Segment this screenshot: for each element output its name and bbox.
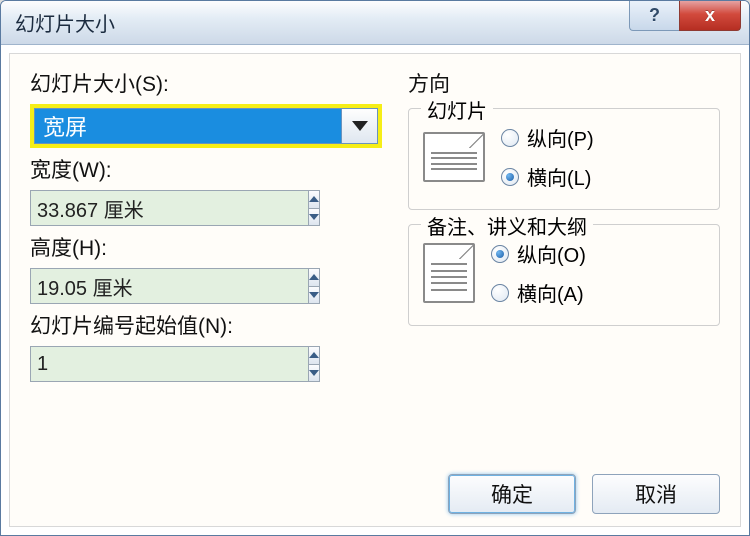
start-increment-button[interactable] <box>309 347 319 364</box>
radio-icon <box>501 129 519 147</box>
dialog-window: 幻灯片大小 ? x 幻灯片大小(S): 宽屏 宽度(W): <box>0 0 750 536</box>
start-number-label: 幻灯片编号起始值(N): <box>30 310 382 340</box>
client-area: 幻灯片大小(S): 宽屏 宽度(W): <box>9 53 741 527</box>
ok-label: 确定 <box>491 479 533 509</box>
radio-icon <box>491 245 509 263</box>
height-spinner-buttons <box>309 268 320 304</box>
chevron-down-icon <box>309 214 319 220</box>
width-label: 宽度(W): <box>30 154 382 184</box>
height-label: 高度(H): <box>30 232 382 262</box>
start-number-input[interactable] <box>30 346 309 382</box>
chevron-up-icon <box>309 352 319 358</box>
chevron-down-icon <box>309 292 319 298</box>
dialog-buttons: 确定 取消 <box>408 468 720 514</box>
chevron-down-icon <box>352 121 368 131</box>
slides-orientation-group: 幻灯片 纵向(P) 横向(L) <box>408 108 720 210</box>
start-number-spinner <box>30 346 120 382</box>
width-increment-button[interactable] <box>309 191 319 208</box>
start-decrement-button[interactable] <box>309 364 319 382</box>
notes-legend: 备注、讲义和大纲 <box>421 211 593 240</box>
height-increment-button[interactable] <box>309 269 319 286</box>
left-column: 幻灯片大小(S): 宽屏 宽度(W): <box>30 68 382 514</box>
radio-icon <box>491 284 509 302</box>
chevron-up-icon <box>309 196 319 202</box>
radio-icon <box>501 168 519 186</box>
window-title: 幻灯片大小 <box>15 8 115 37</box>
help-button[interactable]: ? <box>629 1 679 31</box>
width-input[interactable] <box>30 190 309 226</box>
slides-landscape-label: 横向(L) <box>527 162 591 191</box>
height-spinner <box>30 268 230 304</box>
slide-size-label: 幻灯片大小(S): <box>30 68 382 98</box>
titlebar[interactable]: 幻灯片大小 ? x <box>1 1 749 45</box>
slide-size-combobox[interactable]: 宽屏 <box>34 108 342 144</box>
cancel-button[interactable]: 取消 <box>592 474 720 514</box>
notes-portrait-radio[interactable]: 纵向(O) <box>491 239 586 268</box>
cancel-label: 取消 <box>635 479 677 509</box>
slides-landscape-radio[interactable]: 横向(L) <box>501 162 594 191</box>
page-landscape-icon <box>423 132 485 182</box>
slide-size-combobox-highlight: 宽屏 <box>30 104 382 148</box>
notes-orientation-group: 备注、讲义和大纲 纵向(O) 横向(A) <box>408 224 720 326</box>
width-spinner <box>30 190 230 226</box>
notes-landscape-label: 横向(A) <box>517 278 584 307</box>
notes-landscape-radio[interactable]: 横向(A) <box>491 278 586 307</box>
orientation-title: 方向 <box>408 68 720 98</box>
slides-portrait-radio[interactable]: 纵向(P) <box>501 123 594 152</box>
chevron-down-icon <box>309 370 319 376</box>
chevron-up-icon <box>309 274 319 280</box>
width-spinner-buttons <box>309 190 320 226</box>
start-number-spinner-buttons <box>309 346 320 382</box>
height-input[interactable] <box>30 268 309 304</box>
height-decrement-button[interactable] <box>309 286 319 304</box>
page-portrait-icon <box>423 243 475 303</box>
width-decrement-button[interactable] <box>309 208 319 226</box>
slides-legend: 幻灯片 <box>421 95 493 124</box>
close-button[interactable]: x <box>679 1 741 31</box>
notes-portrait-label: 纵向(O) <box>517 239 586 268</box>
slides-portrait-label: 纵向(P) <box>527 123 594 152</box>
help-icon: ? <box>649 5 660 26</box>
right-column: 方向 幻灯片 纵向(P) <box>408 68 720 514</box>
titlebar-controls: ? x <box>629 1 741 31</box>
ok-button[interactable]: 确定 <box>448 474 576 514</box>
slide-size-dropdown-button[interactable] <box>342 108 378 144</box>
slide-size-value: 宽屏 <box>43 110 87 142</box>
close-icon: x <box>705 5 715 26</box>
